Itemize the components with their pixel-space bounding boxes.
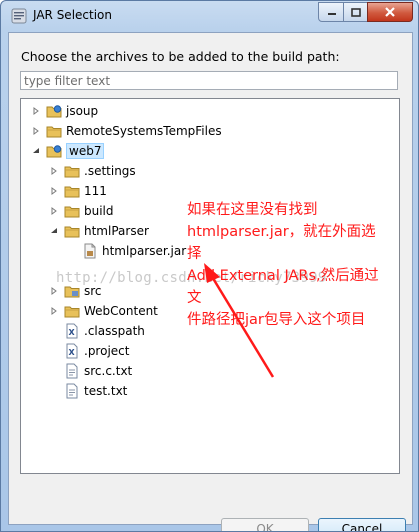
dialog-prompt: Choose the archives to be added to the b…	[21, 49, 340, 64]
minimize-button[interactable]	[318, 2, 345, 22]
annotation-arrow-icon	[204, 263, 275, 378]
close-icon	[385, 7, 395, 17]
ok-button[interactable]: OK	[221, 518, 309, 531]
minimize-icon	[327, 13, 336, 15]
maximize-icon	[351, 7, 361, 17]
cancel-button[interactable]: Cancel	[318, 518, 406, 531]
jar-selection-window: JAR Selection Choose the archives to be …	[0, 0, 419, 532]
dialog-content: Choose the archives to be added to the b…	[8, 32, 413, 531]
archive-tree[interactable]: jsoup RemoteSystemsTempFiles web7 .setti…	[20, 98, 400, 474]
filter-input[interactable]	[20, 71, 398, 90]
app-icon	[11, 8, 27, 24]
window-title: JAR Selection	[33, 8, 112, 22]
maximize-button[interactable]	[343, 2, 369, 22]
close-button[interactable]	[367, 2, 413, 22]
title-bar[interactable]: JAR Selection	[1, 1, 418, 31]
